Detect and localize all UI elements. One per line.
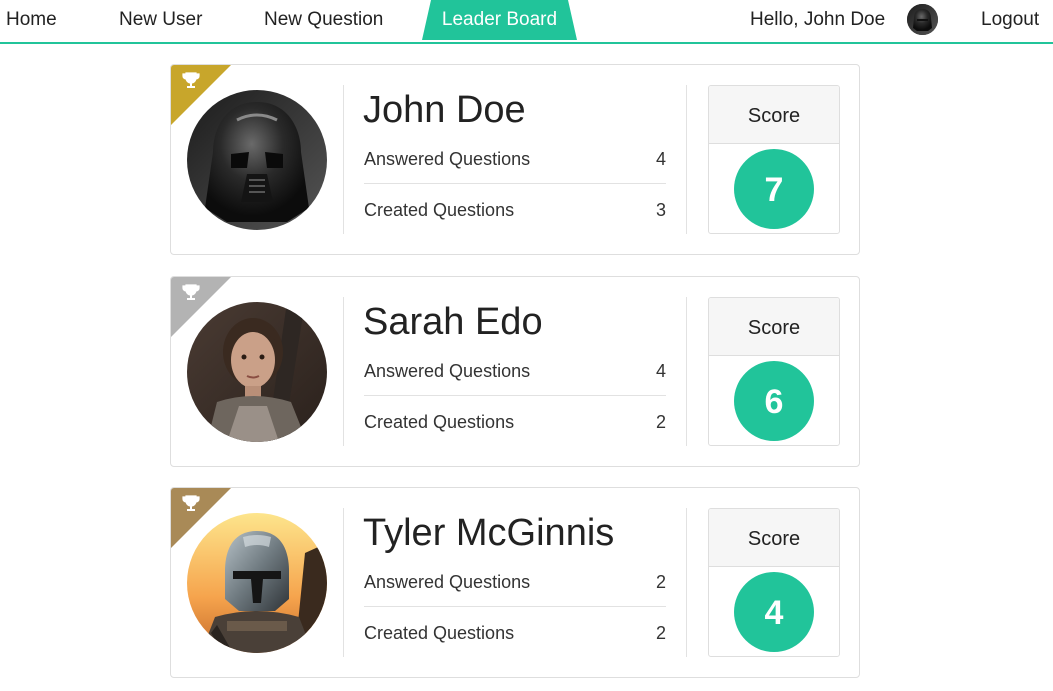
divider	[686, 85, 687, 234]
user-name: John Doe	[363, 89, 526, 131]
answered-label: Answered Questions	[364, 149, 531, 169]
created-label: Created Questions	[364, 623, 515, 643]
answered-count: 4	[655, 361, 666, 381]
divider	[343, 297, 344, 446]
score-panel: Score 4	[708, 508, 840, 657]
created-count: 3	[655, 200, 666, 220]
avatar-darth-vader	[187, 90, 327, 230]
trophy-icon	[182, 495, 200, 511]
nav-new-user[interactable]: New User	[119, 0, 202, 40]
answered-count: 2	[655, 572, 666, 592]
top-nav: Home New User New Question Leader Board …	[0, 0, 1053, 44]
avatar-rey	[187, 302, 327, 442]
score-value: 6	[734, 361, 814, 441]
nav-home[interactable]: Home	[6, 0, 57, 40]
greeting-text: Hello, John Doe	[750, 9, 886, 30]
divider	[686, 297, 687, 446]
score-value: 7	[734, 149, 814, 229]
score-header: Score	[709, 298, 839, 356]
stat-divider	[364, 183, 666, 184]
stat-divider	[364, 606, 666, 607]
answered-label: Answered Questions	[364, 361, 531, 381]
avatar-mandalorian	[187, 513, 327, 653]
logout-link[interactable]: Logout	[981, 0, 1039, 40]
score-header: Score	[709, 86, 839, 144]
score-header: Score	[709, 509, 839, 567]
created-label: Created Questions	[364, 412, 515, 432]
nav-leader-board-label: Leader Board	[441, 9, 558, 30]
trophy-icon	[182, 284, 200, 300]
leaderboard-card-john-doe: John Doe Answered Questions 4 Created Qu…	[170, 64, 860, 255]
stat-divider	[364, 395, 666, 396]
divider	[343, 508, 344, 657]
created-count: 2	[655, 623, 666, 643]
user-avatar	[907, 4, 938, 35]
nav-leader-board[interactable]: Leader Board	[422, 0, 577, 40]
answered-label: Answered Questions	[364, 572, 531, 592]
trophy-icon	[182, 72, 200, 88]
created-label: Created Questions	[364, 200, 515, 220]
user-name: Sarah Edo	[363, 301, 543, 343]
answered-count: 4	[655, 149, 666, 169]
divider	[686, 508, 687, 657]
score-panel: Score 6	[708, 297, 840, 446]
leaderboard-card-tyler-mcginnis: Tyler McGinnis Answered Questions 2 Crea…	[170, 487, 860, 678]
user-name: Tyler McGinnis	[363, 512, 615, 554]
nav-new-question[interactable]: New Question	[264, 0, 383, 40]
leaderboard-card-sarah-edo: Sarah Edo Answered Questions 4 Created Q…	[170, 276, 860, 467]
score-value: 4	[734, 572, 814, 652]
divider	[343, 85, 344, 234]
score-panel: Score 7	[708, 85, 840, 234]
created-count: 2	[655, 412, 666, 432]
